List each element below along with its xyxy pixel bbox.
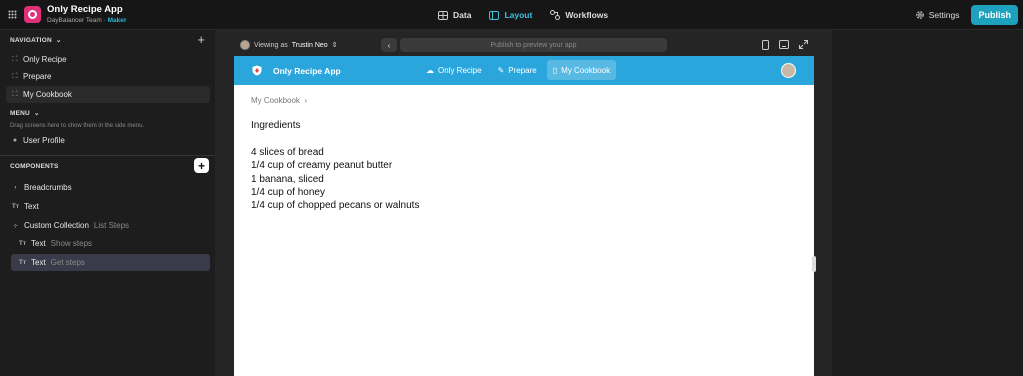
menu-item-user-profile[interactable]: ● User Profile bbox=[6, 132, 210, 149]
add-component-button[interactable]: + bbox=[194, 158, 209, 173]
app-meta: Only Recipe App DayBalancer Team · Maker bbox=[47, 5, 126, 24]
chevron-down-icon: ⌄ bbox=[55, 37, 62, 44]
book-icon: ▯ bbox=[552, 65, 558, 75]
preview-toolbar: Viewing as Trustin Neo ⇕ ‹ Publish to prev… bbox=[234, 34, 814, 56]
preview-url-bar[interactable]: Publish to preview your app bbox=[400, 38, 667, 52]
app-nav-my-cookbook[interactable]: ▯ My Cookbook bbox=[546, 60, 617, 80]
publish-button[interactable]: Publish bbox=[971, 5, 1018, 25]
layout-icon bbox=[489, 10, 500, 20]
avatar bbox=[240, 40, 250, 50]
screen-icon: ⛶ bbox=[12, 90, 18, 98]
text-icon: Tт bbox=[18, 240, 27, 247]
screen-icon: ⛶ bbox=[12, 72, 18, 80]
menu-hint: Drag screens here to show them in the si… bbox=[10, 123, 145, 129]
app-logo-icon bbox=[24, 6, 41, 23]
navigation-header[interactable]: NAVIGATION ⌄ bbox=[10, 36, 62, 45]
components-header: COMPONENTS bbox=[10, 163, 59, 170]
menu-header[interactable]: MENU ⌄ bbox=[10, 109, 40, 118]
ingredient-item: 1/4 cup of creamy peanut butter bbox=[251, 160, 393, 172]
team-label: DayBalancer Team · Maker bbox=[47, 16, 127, 24]
ingredients-list: 4 slices of bread 1/4 cup of creamy pean… bbox=[251, 146, 419, 212]
user-icon: ● bbox=[12, 137, 18, 144]
ingredient-item: 1 banana, sliced bbox=[251, 173, 324, 185]
component-text[interactable]: Tт Text bbox=[10, 198, 210, 215]
text-icon: Tт bbox=[18, 259, 27, 266]
expand-icon[interactable] bbox=[799, 40, 808, 49]
app-nav-only-recipe[interactable]: ☁ Only Recipe bbox=[420, 60, 488, 80]
sort-icon: ⇕ bbox=[331, 42, 338, 49]
component-text-show-steps[interactable]: Tт Text Show steps bbox=[17, 235, 217, 252]
workflow-icon bbox=[550, 10, 561, 20]
component-breadcrumbs[interactable]: › Breadcrumbs bbox=[10, 179, 210, 196]
ingredient-item: 1/4 cup of chopped pecans or walnuts bbox=[251, 200, 420, 212]
top-bar: Only Recipe App DayBalancer Team · Maker… bbox=[0, 0, 1023, 30]
right-panel bbox=[832, 30, 1023, 376]
top-tabs: Data Layout Workflows bbox=[438, 0, 608, 30]
ingredients-title: Ingredients bbox=[251, 120, 301, 131]
screen-icon: ⛶ bbox=[12, 55, 18, 63]
collection-icon: ⁘ bbox=[12, 222, 19, 230]
phone-icon[interactable] bbox=[762, 40, 769, 50]
chevron-down-icon: ⌄ bbox=[33, 110, 40, 117]
nav-item-my-cookbook[interactable]: ⛶ My Cookbook bbox=[6, 86, 210, 103]
apps-grid-icon[interactable] bbox=[1, 0, 23, 30]
chevron-right-icon: › bbox=[304, 96, 308, 105]
component-text-get-steps[interactable]: Tт Text Get steps bbox=[11, 254, 210, 271]
text-icon: Tт bbox=[11, 203, 20, 210]
component-custom-collection[interactable]: ⁘ Custom Collection List Steps bbox=[10, 217, 210, 234]
app-logo-icon bbox=[251, 65, 263, 77]
chef-hat-icon: ☁ bbox=[426, 65, 434, 75]
viewing-as-selector[interactable]: Viewing as Trustin Neo ⇕ bbox=[240, 40, 338, 50]
app-name: Only Recipe App bbox=[47, 4, 123, 15]
app-title: Only Recipe App bbox=[273, 65, 341, 76]
chevron-right-icon: › bbox=[14, 184, 17, 191]
back-button[interactable]: ‹ bbox=[381, 38, 397, 52]
app-header: Only Recipe App ☁ Only Recipe ✎ Prepare ▯ M… bbox=[234, 56, 814, 85]
settings-button[interactable]: Settings bbox=[915, 10, 959, 20]
tag-icon: ✎ bbox=[497, 65, 505, 75]
ingredient-item: 4 slices of bread bbox=[251, 147, 324, 158]
breadcrumb[interactable]: My Cookbook › bbox=[251, 96, 307, 105]
table-icon bbox=[438, 10, 448, 20]
resize-handle[interactable] bbox=[812, 256, 816, 272]
nav-item-prepare[interactable]: ⛶ Prepare bbox=[6, 68, 210, 85]
add-navigation-button[interactable]: + bbox=[197, 33, 205, 46]
tab-workflows[interactable]: Workflows bbox=[550, 0, 608, 30]
tab-data[interactable]: Data bbox=[438, 0, 471, 30]
left-sidebar: NAVIGATION ⌄ + ⛶ Only Recipe ⛶ Prepare ⛶ My … bbox=[0, 30, 215, 376]
gear-icon bbox=[915, 11, 924, 19]
app-nav-prepare[interactable]: ✎ Prepare bbox=[492, 60, 543, 80]
nav-item-only-recipe[interactable]: ⛶ Only Recipe bbox=[6, 51, 210, 68]
top-right-actions: Settings Publish bbox=[915, 5, 1018, 25]
user-avatar[interactable] bbox=[781, 63, 796, 78]
device-icons bbox=[762, 40, 808, 50]
ingredient-item: 1/4 cup of honey bbox=[251, 186, 325, 198]
divider bbox=[0, 155, 215, 156]
tablet-icon[interactable] bbox=[779, 40, 789, 49]
app-nav: ☁ Only Recipe ✎ Prepare ▯ My Cookbook bbox=[420, 60, 617, 80]
tab-layout[interactable]: Layout bbox=[489, 0, 532, 30]
app-preview: Only Recipe App ☁ Only Recipe ✎ Prepare ▯ M… bbox=[234, 56, 814, 376]
